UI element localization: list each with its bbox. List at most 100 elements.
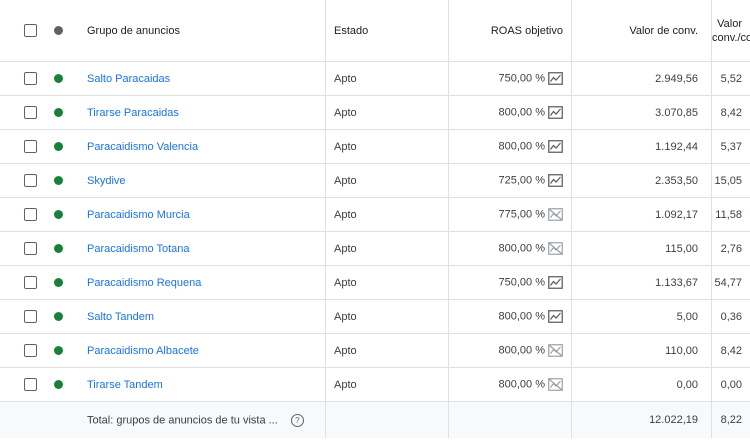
roas-value: 725,00 % xyxy=(498,174,545,187)
status-cell: Apto xyxy=(325,299,449,334)
roas-value: 800,00 % xyxy=(498,106,545,119)
status-dot-icon xyxy=(53,278,63,288)
table-row: Skydive Apto 725,00 % 2.353,50 15,05 xyxy=(0,163,750,198)
status-dot-icon xyxy=(53,176,63,186)
chart-icon[interactable] xyxy=(548,106,563,119)
column-header-ad-group[interactable]: Grupo de anuncios xyxy=(79,0,326,62)
status-dot-icon xyxy=(53,210,63,220)
total-row: Total: grupos de anuncios de tu vista ..… xyxy=(0,401,750,438)
table-body: Salto Paracaidas Apto 750,00 % 2.949,56 5,52… xyxy=(0,61,750,402)
column-header-ratio-line1: Valor xyxy=(717,17,742,30)
ad-group-link[interactable]: Skydive xyxy=(87,175,126,187)
column-header-ratio-line2: conv./coste xyxy=(712,31,750,44)
roas-value: 800,00 % xyxy=(498,378,545,391)
chart-icon[interactable] xyxy=(548,310,563,323)
ad-group-link[interactable]: Salto Paracaidas xyxy=(87,73,170,85)
table-row: Paracaidismo Requena Apto 750,00 % 1.133,67… xyxy=(0,265,750,300)
conv-value-cell: 0,00 xyxy=(571,367,712,402)
status-cell: Apto xyxy=(325,163,449,198)
column-header-status[interactable]: Estado xyxy=(325,0,449,62)
status-dot-icon xyxy=(53,74,63,84)
status-dot-icon xyxy=(53,380,63,390)
status-dot-icon xyxy=(53,244,63,254)
ratio-cell: 0,00 xyxy=(711,367,750,402)
ad-group-link[interactable]: Paracaidismo Requena xyxy=(87,277,201,289)
table-row: Paracaidismo Totana Apto 800,00 % 115,00 2,7… xyxy=(0,231,750,266)
status-cell: Apto xyxy=(325,231,449,266)
column-header-conv-value-cost[interactable]: Valor conv./coste xyxy=(711,0,750,62)
row-checkbox[interactable] xyxy=(24,378,37,391)
ad-group-link[interactable]: Paracaidismo Albacete xyxy=(87,345,199,357)
row-checkbox[interactable] xyxy=(24,310,37,323)
total-label-cell: Total: grupos de anuncios de tu vista ..… xyxy=(79,401,326,438)
status-dot-icon xyxy=(53,346,63,356)
status-dot-icon xyxy=(53,312,63,322)
chart-icon[interactable] xyxy=(548,140,563,153)
ratio-cell: 2,76 xyxy=(711,231,750,266)
ad-group-link[interactable]: Tirarse Tandem xyxy=(87,379,163,391)
ad-group-link[interactable]: Paracaidismo Murcia xyxy=(87,209,190,221)
roas-value: 750,00 % xyxy=(498,72,545,85)
status-dot-header xyxy=(37,0,79,62)
status-cell: Apto xyxy=(325,367,449,402)
ad-group-link[interactable]: Paracaidismo Valencia xyxy=(87,141,198,153)
chart-off-icon[interactable] xyxy=(548,242,563,255)
total-label: Total: grupos de anuncios de tu vista ..… xyxy=(87,413,278,426)
table-row: Salto Tandem Apto 800,00 % 5,00 0,36 xyxy=(0,299,750,334)
total-conv-value: 12.022,19 xyxy=(571,401,712,438)
roas-value: 750,00 % xyxy=(498,276,545,289)
status-cell: Apto xyxy=(325,129,449,164)
conv-value-cell: 2.353,50 xyxy=(571,163,712,198)
ratio-cell: 0,36 xyxy=(711,299,750,334)
status-dot-header-icon[interactable] xyxy=(53,26,63,36)
row-checkbox[interactable] xyxy=(24,344,37,357)
help-icon[interactable]: ? xyxy=(290,413,304,427)
chart-off-icon[interactable] xyxy=(548,378,563,391)
table-row: Paracaidismo Albacete Apto 800,00 % 110,00 8… xyxy=(0,333,750,368)
row-checkbox[interactable] xyxy=(24,208,37,221)
chart-icon[interactable] xyxy=(548,72,563,85)
table-row: Tirarse Paracaidas Apto 800,00 % 3.070,85 8,… xyxy=(0,95,750,130)
row-checkbox[interactable] xyxy=(24,174,37,187)
ratio-cell: 5,52 xyxy=(711,61,750,96)
status-dot-icon xyxy=(53,142,63,152)
status-cell: Apto xyxy=(325,61,449,96)
chart-icon[interactable] xyxy=(548,276,563,289)
roas-value: 800,00 % xyxy=(498,242,545,255)
table-row: Tirarse Tandem Apto 800,00 % 0,00 0,00 xyxy=(0,367,750,402)
column-header-conv-value[interactable]: Valor de conv. xyxy=(571,0,712,62)
conv-value-cell: 5,00 xyxy=(571,299,712,334)
conv-value-cell: 2.949,56 xyxy=(571,61,712,96)
ratio-cell: 8,42 xyxy=(711,95,750,130)
row-checkbox[interactable] xyxy=(24,242,37,255)
row-checkbox[interactable] xyxy=(24,106,37,119)
status-cell: Apto xyxy=(325,333,449,368)
row-checkbox[interactable] xyxy=(24,276,37,289)
column-header-roas[interactable]: ROAS objetivo xyxy=(448,0,572,62)
conv-value-cell: 3.070,85 xyxy=(571,95,712,130)
ad-group-link[interactable]: Paracaidismo Totana xyxy=(87,243,190,255)
conv-value-cell: 1.133,67 xyxy=(571,265,712,300)
table-header-row: Grupo de anuncios Estado ROAS objetivo V… xyxy=(0,0,750,62)
ad-groups-table: Grupo de anuncios Estado ROAS objetivo V… xyxy=(0,0,750,438)
ad-group-link[interactable]: Tirarse Paracaidas xyxy=(87,107,179,119)
ratio-cell: 54,77 xyxy=(711,265,750,300)
chart-off-icon[interactable] xyxy=(548,344,563,357)
conv-value-cell: 1.092,17 xyxy=(571,197,712,232)
roas-value: 800,00 % xyxy=(498,140,545,153)
chart-off-icon[interactable] xyxy=(548,208,563,221)
status-cell: Apto xyxy=(325,265,449,300)
ratio-cell: 5,37 xyxy=(711,129,750,164)
row-checkbox[interactable] xyxy=(24,72,37,85)
ad-group-link[interactable]: Salto Tandem xyxy=(87,311,154,323)
roas-value: 775,00 % xyxy=(498,208,545,221)
conv-value-cell: 110,00 xyxy=(571,333,712,368)
select-all-checkbox[interactable] xyxy=(24,24,37,37)
chart-icon[interactable] xyxy=(548,174,563,187)
ratio-cell: 11,58 xyxy=(711,197,750,232)
roas-value: 800,00 % xyxy=(498,344,545,357)
ratio-cell: 8,42 xyxy=(711,333,750,368)
row-checkbox[interactable] xyxy=(24,140,37,153)
roas-value: 800,00 % xyxy=(498,310,545,323)
status-cell: Apto xyxy=(325,197,449,232)
